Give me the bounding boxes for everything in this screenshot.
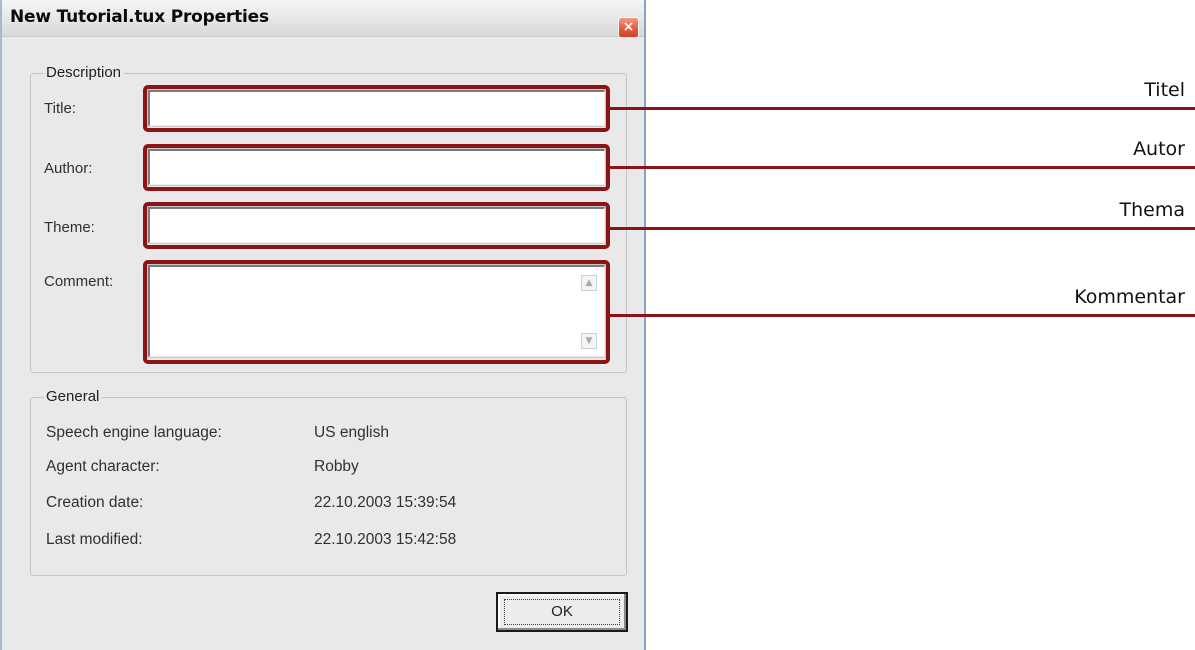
comment-label: Comment: — [44, 273, 114, 290]
title-callout-line — [608, 107, 1195, 110]
author-callout-line — [608, 166, 1195, 169]
dialog-body: Description Title: Author: Theme: Commen… — [2, 37, 644, 650]
last-modified-label: Last modified: — [46, 531, 143, 548]
general-legend: General — [44, 388, 103, 405]
last-modified-value: 22.10.2003 15:42:58 — [314, 531, 457, 548]
description-legend: Description — [44, 64, 125, 81]
focus-rectangle — [504, 599, 620, 625]
comment-scroll-down-button[interactable]: ▼ — [581, 333, 597, 349]
comment-callout-label: Kommentar — [1074, 286, 1185, 308]
theme-label: Theme: — [44, 219, 95, 236]
author-input[interactable] — [147, 148, 606, 186]
close-button[interactable]: × — [618, 17, 639, 38]
close-icon: × — [622, 19, 635, 35]
screenshot-stage: New Tutorial.tux Properties × Descriptio… — [0, 0, 1195, 650]
title-input[interactable] — [147, 89, 606, 127]
author-callout-label: Autor — [1133, 138, 1185, 160]
speech-language-value: US english — [314, 424, 389, 441]
agent-character-value: Robby — [314, 458, 359, 475]
creation-date-value: 22.10.2003 15:39:54 — [314, 494, 457, 511]
chevron-up-icon: ▲ — [585, 278, 593, 288]
theme-callout-line — [608, 227, 1195, 230]
creation-date-label: Creation date: — [46, 494, 144, 511]
author-label: Author: — [44, 160, 93, 177]
theme-input[interactable] — [147, 206, 606, 244]
properties-dialog: New Tutorial.tux Properties × Descriptio… — [0, 0, 646, 650]
title-callout-label: Titel — [1144, 79, 1185, 101]
comment-textarea[interactable] — [147, 264, 606, 358]
title-bar[interactable]: New Tutorial.tux Properties — [2, 0, 644, 37]
theme-callout-label: Thema — [1119, 199, 1186, 221]
window-title: New Tutorial.tux Properties — [10, 7, 269, 27]
ok-button[interactable]: OK — [496, 592, 628, 632]
agent-character-label: Agent character: — [46, 458, 160, 475]
comment-scroll-up-button[interactable]: ▲ — [581, 275, 597, 291]
title-label: Title: — [44, 100, 76, 117]
comment-callout-line — [608, 314, 1195, 317]
chevron-down-icon: ▼ — [585, 336, 593, 346]
speech-language-label: Speech engine language: — [46, 424, 222, 441]
